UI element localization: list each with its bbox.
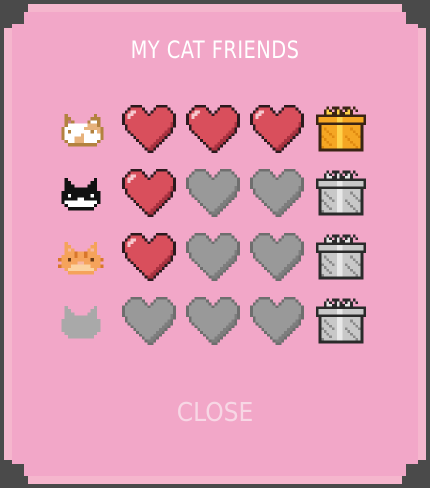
gift-gray-art	[316, 234, 366, 280]
heart-empty-icon	[186, 168, 240, 218]
heart-empty-art	[186, 168, 240, 218]
heart-empty-art	[122, 296, 176, 346]
heart-empty-art	[186, 232, 240, 282]
tuxedo-cat-icon-art	[61, 177, 101, 211]
heart-empty-icon	[250, 232, 304, 282]
heart-full-icon	[122, 168, 176, 218]
heart-empty-art	[250, 232, 304, 282]
heart-empty-icon	[250, 296, 304, 346]
heart-full-art	[122, 168, 176, 218]
gift-box-locked-icon	[316, 232, 366, 282]
calico-cat-icon-art	[61, 113, 104, 147]
calico-cat-icon	[58, 104, 110, 156]
heart-empty-icon	[186, 232, 240, 282]
gift-box-locked-icon	[316, 168, 366, 218]
orange-tabby-cat-icon-art	[58, 241, 104, 275]
heart-empty-art	[250, 296, 304, 346]
gift-gray-art	[316, 298, 366, 344]
gift-gray-art	[316, 170, 366, 216]
heart-full-art	[250, 104, 304, 154]
heart-empty-art	[250, 168, 304, 218]
gift-box-locked-icon	[316, 296, 366, 346]
heart-full-art	[122, 104, 176, 154]
heart-empty-icon	[122, 296, 176, 346]
orange-tabby-cat-icon	[58, 232, 110, 284]
friend-row	[0, 102, 430, 158]
tuxedo-cat-icon	[58, 168, 110, 220]
close-button[interactable]: CLOSE	[0, 398, 430, 428]
dialog-title: MY CAT FRIENDS	[130, 36, 300, 64]
heart-full-icon	[250, 104, 304, 154]
friend-row	[0, 166, 430, 222]
heart-full-icon	[186, 104, 240, 154]
gift-gold-art	[316, 106, 366, 152]
heart-empty-art	[186, 296, 240, 346]
heart-full-icon	[122, 104, 176, 154]
heart-empty-icon	[250, 168, 304, 218]
locked-gray-cat-icon	[58, 296, 110, 348]
gift-box-gold-icon[interactable]	[316, 104, 366, 154]
locked-gray-cat-icon-art	[61, 305, 101, 339]
heart-full-icon	[122, 232, 176, 282]
heart-full-art	[122, 232, 176, 282]
heart-full-art	[186, 104, 240, 154]
friend-row	[0, 294, 430, 350]
friend-row	[0, 230, 430, 286]
heart-empty-icon	[186, 296, 240, 346]
